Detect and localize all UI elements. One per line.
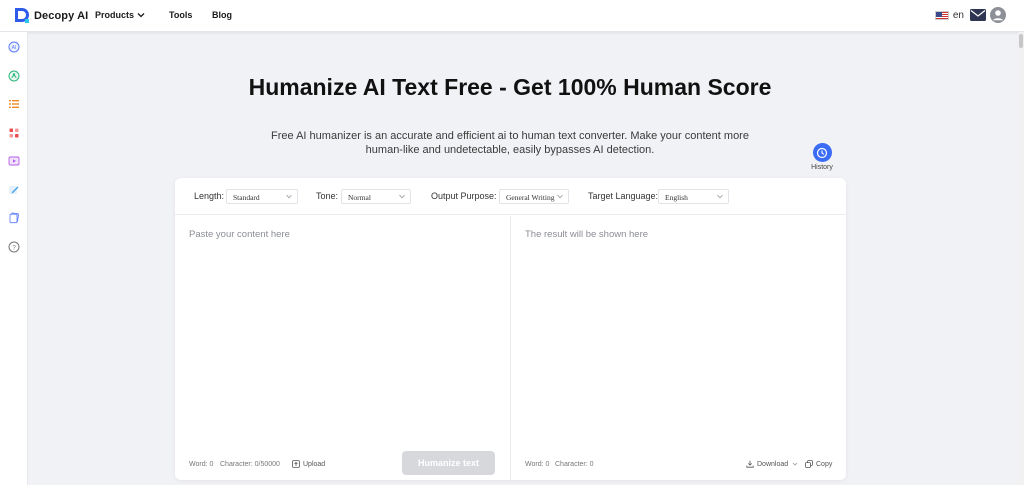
- tone-select[interactable]: Normal: [341, 189, 411, 204]
- chevron-down-icon: [399, 194, 405, 199]
- upload-label: Upload: [303, 460, 326, 468]
- tone-label: Tone:: [316, 191, 339, 201]
- length-value: Standard: [233, 193, 260, 202]
- decopy-logo-icon: [15, 8, 29, 23]
- clock-icon: [816, 147, 828, 158]
- target-language-label: Target Language:: [588, 191, 659, 201]
- output-area: The result will be shown here: [525, 229, 649, 240]
- sidebar-item-apps[interactable]: [7, 126, 21, 140]
- chevron-down-icon: [137, 13, 145, 18]
- download-icon: [746, 460, 754, 468]
- apps-icon: [9, 128, 19, 138]
- history-icon-wrap: [812, 143, 832, 162]
- sidebar-item-video[interactable]: [7, 154, 21, 168]
- output-word-count: Word: 0: [525, 461, 550, 468]
- language-selector[interactable]: en: [953, 10, 964, 21]
- top-header: Decopy AI Products Tools Blog en: [0, 0, 1024, 32]
- page-title: Humanize AI Text Free - Get 100% Human S…: [248, 74, 772, 100]
- nav-products[interactable]: Products: [95, 10, 145, 20]
- upload-button[interactable]: Upload: [292, 460, 325, 468]
- target-language-value: English: [665, 193, 688, 202]
- chevron-down-icon: [792, 462, 798, 466]
- target-language-select[interactable]: English: [658, 189, 729, 204]
- history-button[interactable]: History: [808, 143, 836, 171]
- upload-icon: [292, 460, 300, 468]
- humanizer-card: Length: Standard Tone: Normal Output Pur…: [175, 178, 846, 480]
- chevron-down-icon: [717, 194, 723, 199]
- copy-icon: [805, 460, 813, 468]
- help-icon: ?: [8, 241, 20, 253]
- purpose-select[interactable]: General Writing: [499, 189, 569, 204]
- user-avatar-icon[interactable]: [990, 7, 1006, 23]
- chevron-down-icon: [557, 194, 563, 199]
- nav-blog[interactable]: Blog: [212, 10, 232, 20]
- copy-button[interactable]: Copy: [805, 460, 832, 468]
- mail-icon[interactable]: [970, 9, 986, 21]
- tone-value: Normal: [348, 193, 371, 202]
- purpose-label: Output Purpose:: [431, 191, 497, 201]
- download-button[interactable]: Download: [746, 460, 799, 468]
- sidebar-item-cards[interactable]: [7, 211, 21, 225]
- video-icon: [8, 156, 20, 166]
- cards-icon: [9, 212, 19, 224]
- sidebar-item-edit[interactable]: [7, 183, 21, 197]
- output-character-count: Character: 0: [555, 461, 594, 468]
- header-actions: en: [934, 7, 1006, 23]
- sidebar-item-ai-detector[interactable]: AI: [7, 40, 21, 54]
- purpose-value: General Writing: [506, 193, 555, 202]
- svg-text:?: ?: [12, 244, 16, 251]
- humanize-button[interactable]: Humanize text: [402, 451, 495, 475]
- brand[interactable]: Decopy AI: [14, 7, 88, 24]
- us-flag-icon[interactable]: [934, 10, 949, 20]
- input-character-count: Character: 0/50000: [220, 461, 280, 468]
- length-label: Length:: [194, 191, 225, 201]
- chevron-down-icon: [286, 194, 292, 199]
- options-bar: Length: Standard Tone: Normal Output Pur…: [175, 178, 846, 215]
- download-label: Download: [757, 460, 789, 468]
- input-textarea[interactable]: Paste your content here: [189, 229, 290, 240]
- length-select[interactable]: Standard: [226, 189, 298, 204]
- nav-tools[interactable]: Tools: [169, 10, 192, 20]
- copy-label: Copy: [816, 460, 833, 468]
- input-word-count: Word: 0: [189, 461, 214, 468]
- nav-products-label: Products: [95, 10, 135, 20]
- history-label: History: [811, 164, 833, 171]
- svg-text:AI: AI: [12, 45, 17, 51]
- brand-name: Decopy AI: [34, 9, 89, 22]
- sidebar-item-help[interactable]: ?: [7, 240, 21, 254]
- scrollbar-thumb[interactable]: [1019, 34, 1023, 48]
- edit-icon: [9, 186, 19, 194]
- pane-divider: [510, 216, 511, 480]
- page-description: Free AI humanizer is an accurate and eff…: [271, 130, 749, 156]
- page-scrollbar[interactable]: [1018, 32, 1024, 485]
- ai-detector-icon: AI: [8, 41, 20, 53]
